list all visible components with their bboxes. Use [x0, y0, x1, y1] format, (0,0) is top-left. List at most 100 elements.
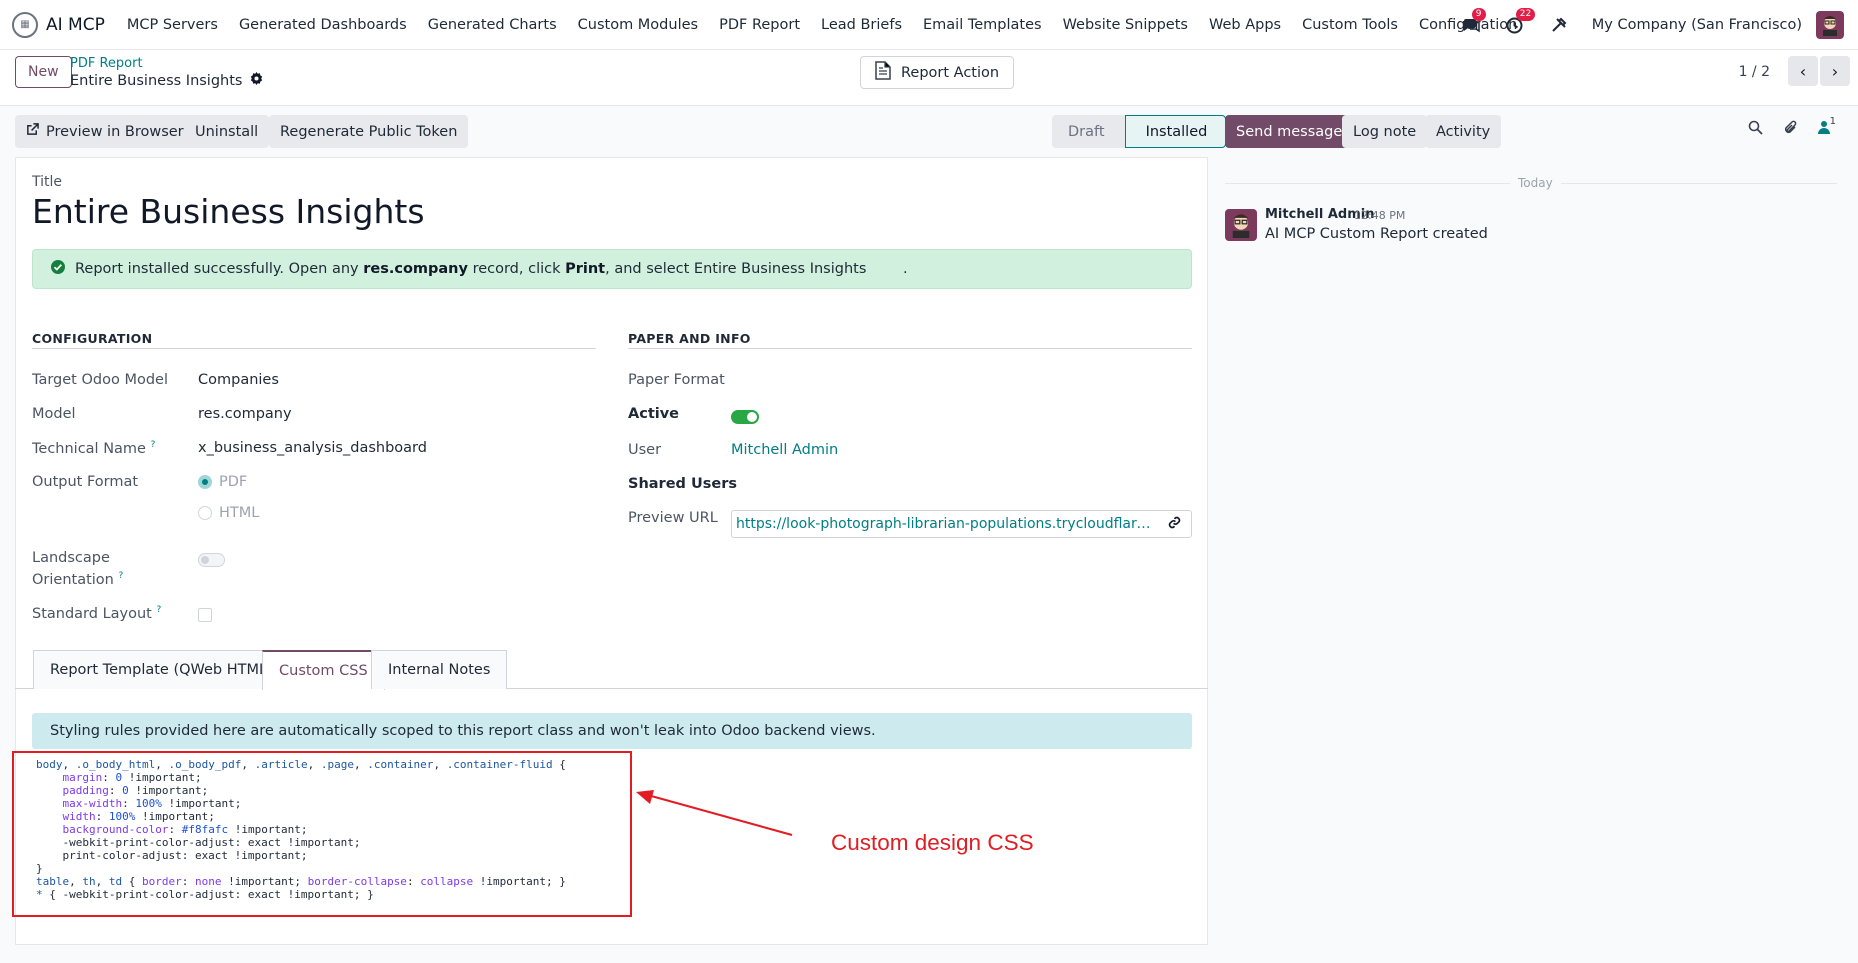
check-circle-icon	[51, 260, 65, 278]
annotation-label: Custom design CSS	[831, 830, 1034, 855]
active-toggle[interactable]	[731, 410, 759, 424]
target-model-field[interactable]: Companies	[198, 372, 279, 388]
tab-internal-notes[interactable]: Internal Notes	[371, 650, 508, 689]
model-field[interactable]: res.company	[198, 406, 292, 422]
model-label: Model	[32, 406, 76, 422]
standard-layout-label: Standard Layout ?	[32, 605, 161, 622]
menu-pdf-report[interactable]: PDF Report	[719, 17, 800, 33]
menu-mcp-servers[interactable]: MCP Servers	[127, 17, 218, 33]
tools-icon[interactable]	[1548, 14, 1570, 36]
shared-users-label: Shared Users	[628, 476, 737, 492]
message-author-avatar[interactable]	[1225, 209, 1257, 241]
new-button[interactable]: New	[15, 56, 72, 88]
control-panel: New PDF Report Entire Business Insights …	[0, 50, 1858, 106]
paper-divider	[628, 348, 1192, 349]
user-avatar[interactable]	[1816, 11, 1844, 39]
alert-mid: record, click	[472, 261, 561, 277]
status-bar: Draft Installed	[1052, 115, 1227, 148]
chatter-toolbar: 1	[1748, 116, 1836, 140]
target-model-label: Target Odoo Model	[32, 372, 168, 388]
status-draft[interactable]: Draft	[1052, 115, 1125, 148]
chevron-right-icon: ›	[1831, 61, 1839, 81]
gear-icon[interactable]	[250, 72, 263, 89]
breadcrumb-current-label: Entire Business Insights	[70, 72, 243, 89]
technical-name-label-text: Technical Name	[32, 440, 146, 457]
help-tooltip-icon[interactable]: ?	[118, 571, 123, 581]
send-message-button[interactable]: Send message	[1225, 115, 1354, 148]
preview-browser-label: Preview in Browser	[46, 123, 184, 140]
message-time: 12:48 PM	[1354, 209, 1406, 222]
paperclip-icon[interactable]	[1783, 120, 1798, 140]
output-format-html-radio[interactable]: HTML	[198, 505, 259, 521]
followers-icon[interactable]: 1	[1817, 116, 1836, 140]
messages-icon[interactable]: 9	[1460, 8, 1486, 36]
pager-next-button[interactable]: ›	[1820, 56, 1850, 86]
company-switcher[interactable]: My Company (San Francisco)	[1592, 17, 1802, 33]
landscape-label-line1: Landscape	[32, 550, 110, 566]
link-icon[interactable]	[1168, 516, 1181, 533]
user-field[interactable]: Mitchell Admin	[731, 442, 838, 458]
title-label: Title	[32, 174, 63, 190]
followers-count: 1	[1829, 116, 1836, 127]
landscape-toggle[interactable]	[198, 553, 225, 567]
active-label: Active	[628, 406, 680, 422]
preview-browser-button[interactable]: Preview in Browser	[15, 115, 195, 148]
help-tooltip-icon[interactable]: ?	[151, 440, 156, 450]
menu-custom-modules[interactable]: Custom Modules	[578, 17, 698, 33]
technical-name-label: Technical Name ?	[32, 440, 155, 457]
report-action-label: Report Action	[901, 64, 1000, 81]
help-tooltip-icon[interactable]: ?	[156, 605, 161, 615]
status-installed[interactable]: Installed	[1124, 115, 1227, 148]
standard-layout-checkbox[interactable]	[198, 608, 212, 622]
report-action-button[interactable]: Report Action	[860, 56, 1015, 89]
menu-email-templates[interactable]: Email Templates	[923, 17, 1042, 33]
radio-unchecked-icon	[198, 506, 212, 520]
breadcrumb-current: Entire Business Insights	[70, 72, 263, 89]
technical-name-field[interactable]: x_business_analysis_dashboard	[198, 440, 427, 456]
alert-print: Print	[565, 261, 606, 277]
regenerate-token-button[interactable]: Regenerate Public Token	[269, 115, 469, 148]
landscape-label-line2: Orientation ?	[32, 571, 123, 588]
alert-text: Report installed successfully. Open any …	[75, 261, 908, 277]
configuration-section-title: CONFIGURATION	[32, 331, 153, 346]
menu-lead-briefs[interactable]: Lead Briefs	[821, 17, 902, 33]
uninstall-button[interactable]: Uninstall	[184, 115, 270, 148]
output-format-html-label: HTML	[219, 505, 260, 521]
alert-prefix: Report installed successfully. Open any	[75, 261, 359, 277]
configuration-divider	[32, 348, 596, 349]
log-note-button[interactable]: Log note	[1342, 115, 1428, 148]
breadcrumb-parent[interactable]: PDF Report	[70, 56, 143, 71]
radio-checked-icon	[198, 475, 212, 489]
menu-website-snippets[interactable]: Website Snippets	[1063, 17, 1188, 33]
standard-layout-label-text: Standard Layout	[32, 605, 152, 622]
landscape-label-text: Orientation	[32, 571, 114, 588]
file-text-icon	[875, 61, 891, 84]
messages-badge: 9	[1471, 8, 1486, 21]
app-brand[interactable]: AI MCP	[46, 15, 105, 35]
message-body: AI MCP Custom Report created	[1265, 226, 1488, 242]
menu-generated-dashboards[interactable]: Generated Dashboards	[239, 17, 407, 33]
activity-clock-icon[interactable]: 22	[1504, 8, 1536, 36]
search-icon[interactable]	[1748, 120, 1763, 140]
menu-custom-tools[interactable]: Custom Tools	[1302, 17, 1398, 33]
alert-model: res.company	[363, 261, 468, 277]
pager-previous-button[interactable]: ‹	[1788, 56, 1818, 86]
preview-url-value[interactable]: https://look-photograph-librarian-popula…	[736, 516, 1156, 532]
pager-value[interactable]: 1 / 2	[1739, 64, 1770, 80]
today-label: Today	[1510, 176, 1561, 190]
tab-custom-css[interactable]: Custom CSS	[262, 650, 385, 690]
top-navbar: ▦ AI MCP MCP Servers Generated Dashboard…	[0, 0, 1858, 50]
alert-end: .	[903, 261, 908, 277]
tab-report-template[interactable]: Report Template (QWeb HTML)	[33, 650, 290, 689]
preview-url-label: Preview URL	[628, 510, 718, 526]
title-field[interactable]: Entire Business Insights	[32, 192, 425, 231]
preview-url-field[interactable]: https://look-photograph-librarian-popula…	[731, 510, 1192, 538]
menu-generated-charts[interactable]: Generated Charts	[428, 17, 557, 33]
menu-web-apps[interactable]: Web Apps	[1209, 17, 1281, 33]
custom-css-editor[interactable]: body, .o_body_html, .o_body_pdf, .articl…	[36, 758, 566, 901]
apps-menu-icon[interactable]: ▦	[12, 11, 38, 38]
output-format-pdf-radio[interactable]: PDF	[198, 474, 247, 490]
output-format-pdf-label: PDF	[219, 474, 248, 490]
install-success-alert: Report installed successfully. Open any …	[32, 249, 1192, 289]
activity-button[interactable]: Activity	[1425, 115, 1502, 148]
